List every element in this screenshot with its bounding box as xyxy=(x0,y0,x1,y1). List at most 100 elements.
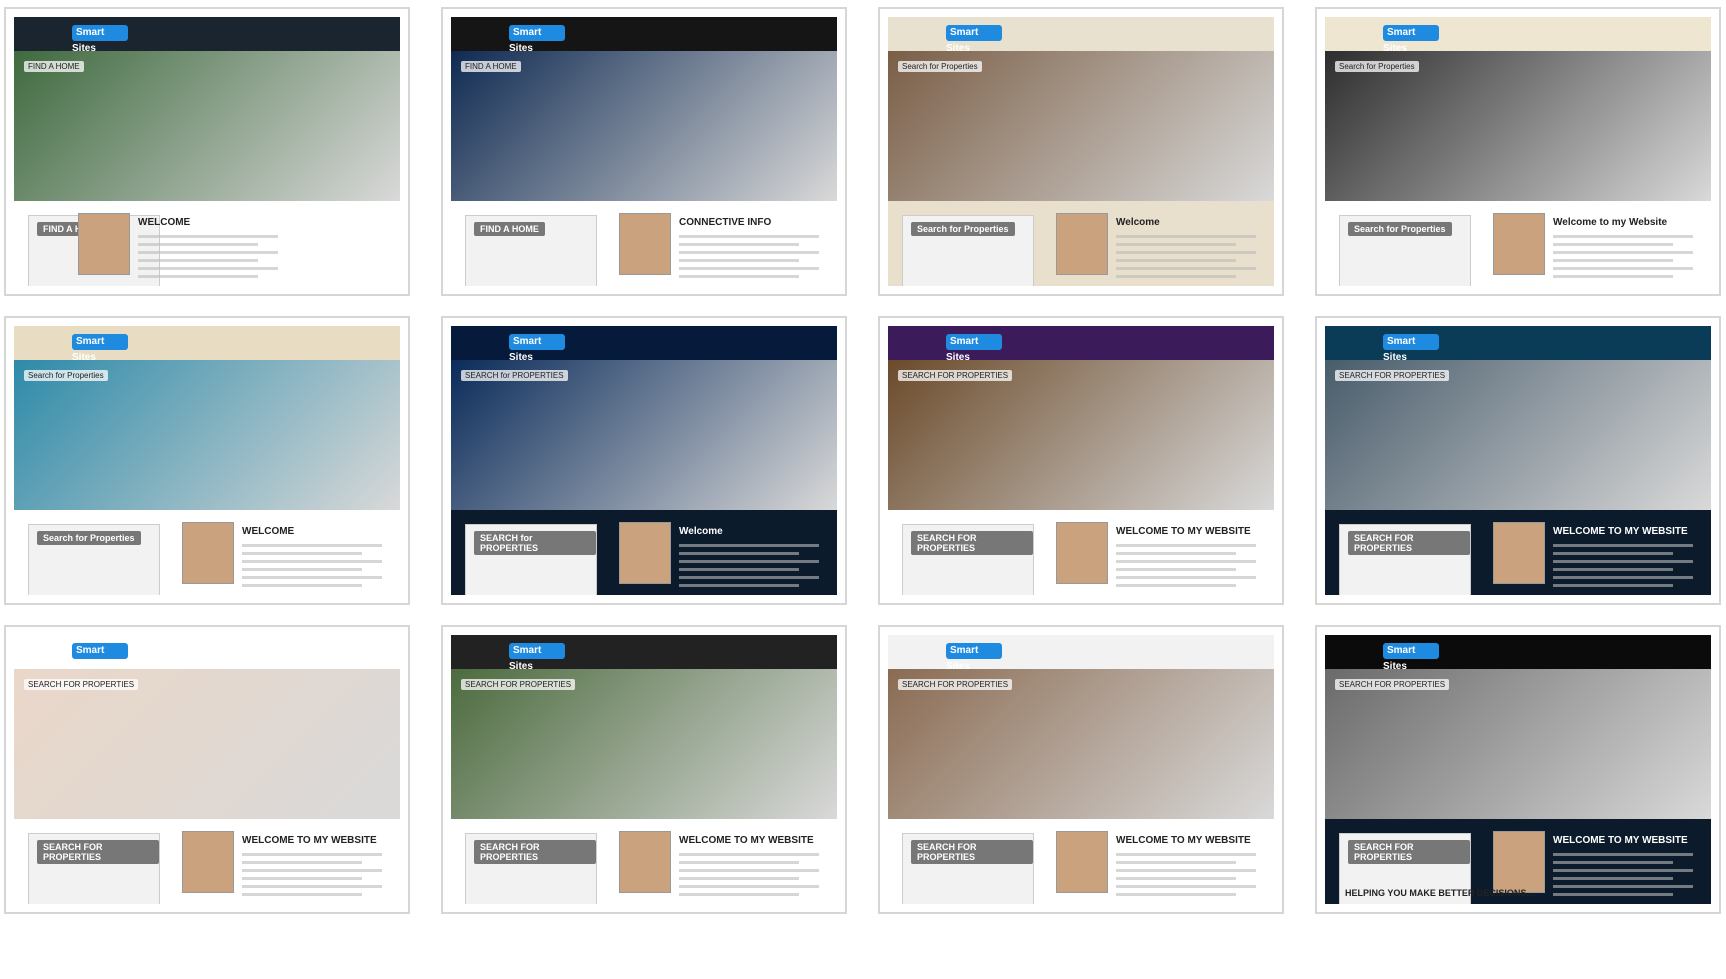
welcome-title: Welcome xyxy=(679,526,723,537)
hero-caption: SEARCH FOR PROPERTIES xyxy=(898,679,1013,690)
paragraph-line xyxy=(679,584,799,587)
agent-photo xyxy=(1056,522,1108,584)
paragraph-line xyxy=(1553,267,1693,270)
welcome-title: CONNECTIVE INFO xyxy=(679,217,772,228)
paragraph-line xyxy=(1553,869,1693,872)
brand-logo: Smart Sites xyxy=(509,25,565,54)
template-card-2[interactable]: Smart SitesFIND A HOMEFIND A HOMESEARCH … xyxy=(441,7,847,296)
hero-image xyxy=(888,51,1274,201)
welcome-title: Welcome to my Website xyxy=(1553,217,1668,228)
paragraph-line xyxy=(679,885,819,888)
template-card-7[interactable]: Smart Sites SEARCH FOR PROPERTIES SEARCH F… xyxy=(878,316,1284,605)
agent-photo xyxy=(619,213,671,275)
template-card-4[interactable]: Smart Sites Search for Properties Search f… xyxy=(1315,7,1721,296)
paragraph-line xyxy=(1553,576,1693,579)
hero-image xyxy=(14,51,400,201)
paragraph-line xyxy=(679,869,819,872)
paragraph-line xyxy=(679,861,799,864)
paragraph-line xyxy=(1553,235,1693,238)
search-form: SEARCH FOR PROPERTIES xyxy=(465,833,597,904)
template-card-10[interactable]: Smart Sites SEARCH FOR PROPERTIES SEARCH F… xyxy=(441,625,847,914)
hero-image xyxy=(1325,360,1711,510)
agent-photo xyxy=(1493,213,1545,275)
template-thumbnail: Smart Sites SEARCH FOR PROPERTIES SEARCH F… xyxy=(1325,326,1711,595)
paragraph-line xyxy=(1553,275,1673,278)
agent-photo xyxy=(182,522,234,584)
template-card-6[interactable]: Smart Sites SEARCH for PROPERTIES SEARCH f… xyxy=(441,316,847,605)
agent-photo xyxy=(1056,213,1108,275)
welcome-title: WELCOME TO MY WEBSITE xyxy=(679,835,814,846)
hero-image xyxy=(888,669,1274,819)
paragraph-line xyxy=(1116,251,1256,254)
hero-caption: Search for Properties xyxy=(1335,61,1419,72)
paragraph-line xyxy=(1116,853,1256,856)
paragraph-line xyxy=(1553,259,1673,262)
paragraph-line xyxy=(1116,893,1236,896)
paragraph-line xyxy=(679,552,799,555)
template-card-12[interactable]: Smart Sites SEARCH FOR PROPERTIES SEARCH F… xyxy=(1315,625,1721,914)
hero-caption: SEARCH FOR PROPERTIES xyxy=(898,370,1013,381)
search-form: SEARCH FOR PROPERTIES xyxy=(1339,524,1471,595)
paragraph-line xyxy=(138,243,258,246)
paragraph-line xyxy=(679,243,799,246)
hero-caption: SEARCH FOR PROPERTIES xyxy=(1335,679,1450,690)
welcome-title: WELCOME xyxy=(242,526,295,537)
template-card-1[interactable]: Smart SitesFIND A HOMEFIND A HOMESEARCH … xyxy=(4,7,410,296)
hero-image xyxy=(451,360,837,510)
hero-image xyxy=(888,360,1274,510)
search-form-title: SEARCH FOR PROPERTIES xyxy=(911,531,1033,555)
agent-photo xyxy=(78,213,130,275)
paragraph-line xyxy=(242,861,362,864)
paragraph-line xyxy=(679,576,819,579)
search-form: SEARCH FOR PROPERTIES xyxy=(902,524,1034,595)
welcome-title: Welcome xyxy=(1116,217,1160,228)
paragraph-line xyxy=(1553,853,1693,856)
search-form: Search for Properties xyxy=(902,215,1034,286)
search-form-title: SEARCH FOR PROPERTIES xyxy=(1348,531,1470,555)
template-card-9[interactable]: Smart Sites SEARCH FOR PROPERTIES SEARCH F… xyxy=(4,625,410,914)
paragraph-line xyxy=(1116,544,1256,547)
hero-caption: SEARCH for PROPERTIES xyxy=(461,370,568,381)
agent-photo xyxy=(182,831,234,893)
search-form-title: SEARCH FOR PROPERTIES xyxy=(37,840,159,864)
brand-logo: Smart Sites xyxy=(946,643,1002,672)
brand-logo: Smart Sites xyxy=(946,334,1002,363)
paragraph-line xyxy=(1116,267,1256,270)
template-card-11[interactable]: Smart Sites SEARCH FOR PROPERTIES SEARCH F… xyxy=(878,625,1284,914)
paragraph-line xyxy=(242,584,362,587)
paragraph-line xyxy=(1553,893,1673,896)
welcome-title: WELCOME TO MY WEBSITE xyxy=(1116,835,1251,846)
search-form-title: Search for Properties xyxy=(1348,222,1452,236)
paragraph-line xyxy=(1553,560,1693,563)
hero-caption: Search for Properties xyxy=(898,61,982,72)
hero-image xyxy=(451,51,837,201)
template-thumbnail: Smart Sites SEARCH FOR PROPERTIES SEARCH F… xyxy=(888,326,1274,595)
template-card-3[interactable]: Smart Sites Search for Properties Search f… xyxy=(878,7,1284,296)
paragraph-line xyxy=(1553,251,1693,254)
paragraph-line xyxy=(138,235,278,238)
search-form: SEARCH FOR PROPERTIES xyxy=(28,833,160,904)
template-thumbnail: Smart Sites SEARCH FOR PROPERTIES SEARCH F… xyxy=(1325,635,1711,904)
paragraph-line xyxy=(679,275,799,278)
template-card-8[interactable]: Smart Sites SEARCH FOR PROPERTIES SEARCH F… xyxy=(1315,316,1721,605)
search-form: Search for Properties xyxy=(1339,215,1471,286)
paragraph-line xyxy=(679,877,799,880)
paragraph-line xyxy=(1553,552,1673,555)
brand-logo: Smart Sites xyxy=(946,25,1002,54)
paragraph-line xyxy=(242,576,382,579)
paragraph-line xyxy=(242,560,382,563)
hero-image xyxy=(14,360,400,510)
search-form: FIND A HOME xyxy=(465,215,597,286)
search-form-title: FIND A HOME xyxy=(474,222,545,236)
paragraph-line xyxy=(1553,861,1673,864)
search-form-title: SEARCH FOR PROPERTIES xyxy=(911,840,1033,864)
paragraph-line xyxy=(138,267,278,270)
brand-logo: Smart Sites xyxy=(1383,334,1439,363)
brand-logo: Smart Sites xyxy=(509,643,565,672)
paragraph-line xyxy=(679,544,819,547)
welcome-title: WELCOME TO MY WEBSITE xyxy=(242,835,377,846)
template-card-5[interactable]: Smart Sites Search for Properties Search f… xyxy=(4,316,410,605)
paragraph-line xyxy=(1116,259,1236,262)
paragraph-line xyxy=(679,853,819,856)
hero-image xyxy=(14,669,400,819)
